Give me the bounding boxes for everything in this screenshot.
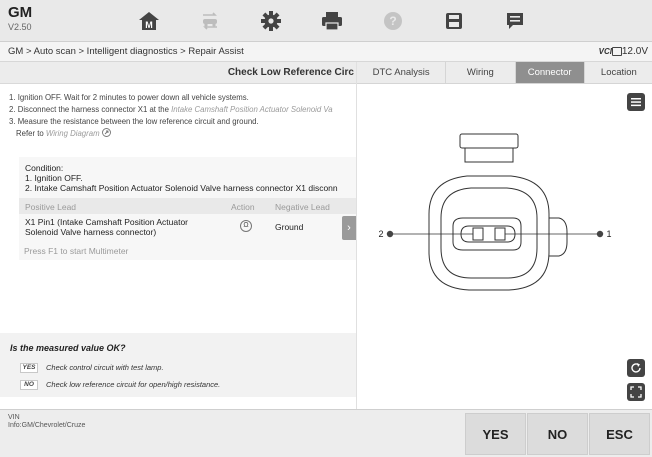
yes-button[interactable]: YES — [465, 413, 526, 455]
question-title: Is the measured value OK? — [10, 343, 126, 353]
vehicle-info-text: Info:GM/Chevrolet/Cruze — [8, 422, 86, 429]
pin-2-label: 2 — [378, 229, 383, 239]
home-button[interactable]: M — [118, 0, 179, 42]
refresh-icon — [631, 363, 641, 373]
settings-gear-icon — [260, 11, 281, 31]
breadcrumb-bar: GM > Auto scan > Intelligent diagnostics… — [0, 42, 652, 62]
condition-line: 2. Intake Camshaft Position Actuator Sol… — [25, 183, 338, 193]
message-button[interactable] — [484, 0, 545, 42]
step-number: 3. — [9, 117, 16, 126]
link-icon[interactable] — [101, 128, 111, 137]
refer-prefix: Refer to — [16, 129, 46, 138]
pin-1-label: 1 — [606, 229, 611, 239]
tab-location[interactable]: Location — [585, 62, 652, 83]
save-button[interactable] — [423, 0, 484, 42]
positive-lead-value: X1 Pin1 (Intake Camshaft Position Actuat… — [25, 217, 189, 237]
vehicle-info: VIN Info:GM/Chevrolet/Cruze — [8, 414, 85, 430]
top-toolbar: GM V2.50 M ? — [0, 0, 652, 42]
step-number: 1. — [9, 93, 16, 102]
measure-table-row: X1 Pin1 (Intake Camshaft Position Actuat… — [19, 214, 356, 241]
no-option-text: Check low reference circuit for open/hig… — [46, 380, 221, 389]
fullscreen-button[interactable] — [627, 383, 645, 401]
component-link[interactable]: Intake Camshaft Position Actuator Soleno… — [171, 105, 333, 114]
battery-voltage: 12.0V — [621, 46, 648, 57]
condition-title: Condition: — [25, 163, 64, 173]
tab-connector[interactable]: Connector — [515, 62, 585, 83]
list-icon — [631, 98, 641, 107]
procedure-title: Check Low Reference Circ — [227, 67, 354, 78]
vehicle-swap-button[interactable] — [179, 0, 240, 42]
procedure-steps: 1. Ignition OFF. Wait for 2 minutes to p… — [9, 92, 354, 140]
refresh-button[interactable] — [627, 359, 645, 377]
expand-panel-button[interactable]: › — [342, 216, 356, 240]
svg-text:M: M — [145, 20, 153, 30]
col-action: Action — [231, 202, 255, 212]
vin-label: VIN — [8, 414, 20, 421]
yes-tag: YES — [20, 363, 38, 374]
connector-diagram: 2 1 — [378, 133, 612, 291]
step-text: Disconnect the harness connector X1 at t… — [17, 105, 172, 114]
printer-icon — [321, 12, 342, 31]
fullscreen-icon — [630, 386, 642, 398]
settings-button[interactable] — [240, 0, 301, 42]
pin-2-dot — [386, 230, 394, 238]
step-2: 2. Disconnect the harness connector X1 a… — [9, 104, 354, 116]
brand: GM V2.50 — [8, 5, 32, 33]
procedure-header: Check Low Reference Circ — [0, 62, 356, 84]
esc-button[interactable]: ESC — [589, 413, 650, 455]
procedure-panel: Check Low Reference Circ 1. Ignition OFF… — [0, 62, 356, 409]
info-panel: DTC Analysis Wiring Connector Location 2… — [356, 62, 652, 409]
bottom-bar: VIN Info:GM/Chevrolet/Cruze YES NO ESC — [0, 409, 652, 457]
vehicle-make: GM — [8, 4, 33, 21]
pin-1-dot — [596, 230, 604, 238]
vehicle-swap-icon — [202, 12, 217, 30]
refer-line: Refer to Wiring Diagram — [9, 128, 354, 140]
info-tabs: DTC Analysis Wiring Connector Location — [357, 62, 652, 84]
breadcrumb: GM > Auto scan > Intelligent diagnostics… — [8, 46, 244, 57]
no-tag: NO — [20, 380, 38, 391]
step-text: Measure the resistance between the low r… — [17, 117, 259, 126]
print-button[interactable] — [301, 0, 362, 42]
help-button[interactable]: ? — [362, 0, 423, 42]
step-3: 3. Measure the resistance between the lo… — [9, 116, 354, 128]
condition-line: 1. Ignition OFF. — [25, 173, 83, 183]
negative-lead-value: Ground — [275, 222, 304, 232]
col-negative-lead: Negative Lead — [275, 202, 330, 212]
ohm-action-icon[interactable]: Ω — [240, 220, 252, 232]
software-version: V2.50 — [8, 22, 32, 32]
save-icon — [445, 13, 462, 29]
wiring-diagram-link[interactable]: Wiring Diagram — [46, 129, 100, 138]
home-icon: M — [138, 12, 159, 30]
step-text: Ignition OFF. Wait for 2 minutes to powe… — [17, 93, 249, 102]
vci-status: VCI — [598, 47, 612, 56]
multimeter-hint: Press F1 to start Multimeter — [24, 246, 129, 256]
tab-dtc-analysis[interactable]: DTC Analysis — [357, 62, 447, 83]
yes-option-text: Check control circuit with test lamp. — [46, 363, 164, 372]
no-option[interactable]: NO Check low reference circuit for open/h… — [20, 380, 221, 391]
col-positive-lead: Positive Lead — [25, 202, 77, 212]
step-number: 2. — [9, 105, 16, 114]
help-icon: ? — [383, 12, 402, 30]
condition-text: Condition: 1. Ignition OFF. 2. Intake Ca… — [25, 163, 338, 193]
no-button[interactable]: NO — [527, 413, 588, 455]
battery-icon — [612, 47, 622, 56]
list-view-button[interactable] — [627, 93, 645, 111]
tab-wiring[interactable]: Wiring — [446, 62, 516, 83]
yes-option[interactable]: YES Check control circuit with test lamp. — [20, 363, 164, 374]
result-question: Is the measured value OK? YES Check contr… — [0, 333, 356, 397]
measure-table-header: Positive Lead Action Negative Lead — [19, 198, 356, 214]
svg-text:?: ? — [389, 14, 396, 28]
step-1: 1. Ignition OFF. Wait for 2 minutes to p… — [9, 92, 354, 104]
message-icon — [506, 13, 523, 29]
condition-box: Condition: 1. Ignition OFF. 2. Intake Ca… — [19, 157, 356, 260]
